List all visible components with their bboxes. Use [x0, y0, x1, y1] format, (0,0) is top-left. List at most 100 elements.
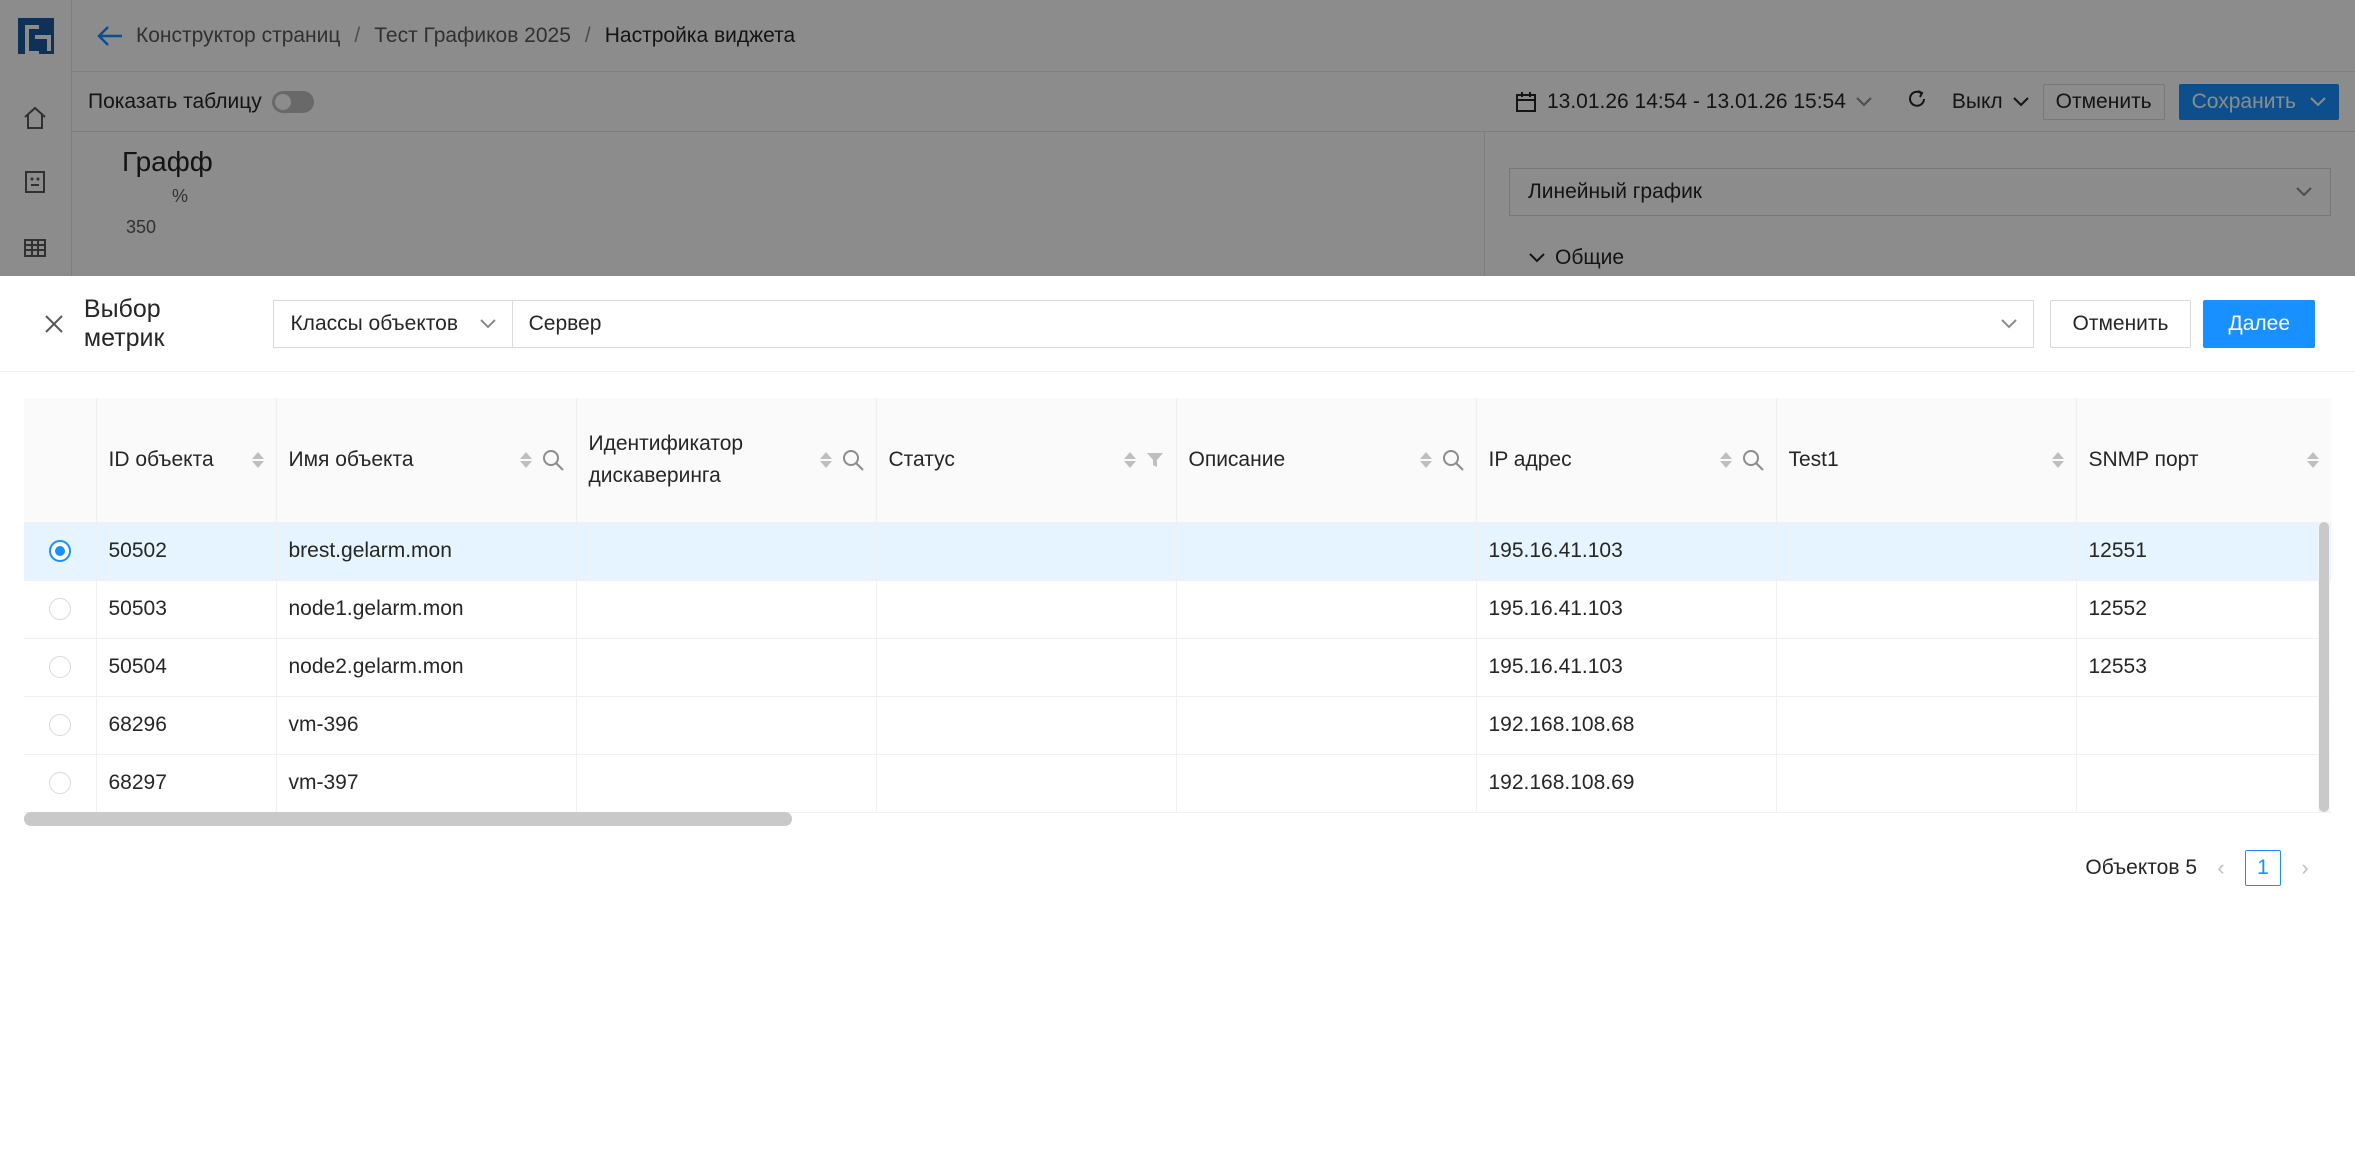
table-cell [2076, 754, 2331, 813]
row-select-cell [24, 696, 97, 755]
sort-icon[interactable] [519, 451, 532, 468]
object-class-value: Сервер [528, 311, 602, 335]
search-icon[interactable] [1742, 449, 1764, 471]
chevron-down-icon [2000, 318, 2017, 328]
column-header[interactable]: SNMP порт [2076, 398, 2331, 523]
sort-icon[interactable] [1123, 451, 1136, 468]
background-app: Конструктор страниц / Тест Графиков 2025… [0, 0, 2355, 276]
table-cell: 50503 [96, 580, 277, 639]
table-cell: node1.gelarm.mon [276, 580, 577, 639]
objects-table: ID объекта Имя объекта Идентификатор диска… [24, 398, 2331, 826]
pagination: Объектов 5 ‹ 1 › [2085, 850, 2315, 886]
vertical-scrollbar[interactable] [2319, 522, 2329, 812]
table-cell [576, 696, 877, 755]
horizontal-scrollbar[interactable] [24, 812, 792, 826]
table-cell [876, 696, 1177, 755]
table-header: ID объекта Имя объекта Идентификатор диска… [24, 398, 2331, 523]
column-header[interactable]: ID объекта [96, 398, 277, 523]
sort-icon[interactable] [2051, 451, 2064, 468]
table-cell [1176, 580, 1477, 639]
table-cell [2076, 696, 2331, 755]
row-radio[interactable] [48, 540, 71, 562]
row-radio[interactable] [48, 714, 71, 736]
column-header[interactable]: Описание [1176, 398, 1477, 523]
search-icon[interactable] [1442, 449, 1464, 471]
next-page-icon[interactable]: › [2295, 855, 2315, 881]
column-header-label: Статус [888, 447, 955, 471]
table-cell [876, 522, 1177, 581]
table-cell: 192.168.108.68 [1476, 696, 1777, 755]
table-cell [876, 638, 1177, 697]
table-cell [876, 754, 1177, 813]
chevron-down-icon [479, 318, 496, 328]
table-cell: vm-397 [276, 754, 577, 813]
table-cell [1776, 754, 2077, 813]
table-cell [576, 754, 877, 813]
table-cell [1176, 638, 1477, 697]
table-cell [1176, 522, 1477, 581]
table-cell: 195.16.41.103 [1476, 638, 1777, 697]
row-radio[interactable] [48, 598, 71, 620]
row-radio[interactable] [48, 656, 71, 678]
cancel-button[interactable]: Отменить [2049, 299, 2192, 348]
table-cell: 12553 [2076, 638, 2331, 697]
table-cell: 195.16.41.103 [1476, 522, 1777, 581]
table-cell [576, 580, 877, 639]
search-icon[interactable] [842, 449, 864, 471]
table-cell: 68296 [96, 696, 277, 755]
sort-icon[interactable] [819, 451, 832, 468]
table-row[interactable]: 50502 brest.gelarm.mon 195.16.41.103 12551 [24, 522, 2331, 581]
table-row[interactable]: 68296 vm-396 192.168.108.68 [24, 696, 2331, 755]
table-row[interactable]: 50504 node2.gelarm.mon 195.16.41.103 12553 [24, 638, 2331, 697]
table-cell: 50504 [96, 638, 277, 697]
next-button[interactable]: Далее [2203, 299, 2315, 348]
search-icon[interactable] [542, 449, 564, 471]
row-select-cell [24, 638, 97, 697]
sort-icon[interactable] [2306, 451, 2319, 468]
filter-icon[interactable] [1146, 452, 1164, 468]
table-row[interactable]: 50503 node1.gelarm.mon 195.16.41.103 12552 [24, 580, 2331, 639]
table-cell: 12551 [2076, 522, 2331, 581]
prev-page-icon[interactable]: ‹ [2211, 855, 2231, 881]
column-header[interactable]: Имя объекта [276, 398, 577, 523]
table-cell [1776, 696, 2077, 755]
object-class-select[interactable]: Сервер [512, 299, 2034, 348]
sort-icon[interactable] [251, 451, 264, 468]
page-number[interactable]: 1 [2245, 850, 2281, 886]
table-cell: 50502 [96, 522, 277, 581]
column-header[interactable]: Статус [876, 398, 1177, 523]
sort-icon[interactable] [1719, 451, 1732, 468]
table-cell [1776, 580, 2077, 639]
object-class-type-select[interactable]: Классы объектов [273, 299, 513, 348]
table-row[interactable]: 68297 vm-397 192.168.108.69 [24, 754, 2331, 813]
column-header-label: Идентификатор дискаверинга [588, 431, 744, 487]
table-cell [1776, 522, 2077, 581]
column-header-label: Test1 [1788, 447, 1839, 471]
drawer-header: Выбор метрик Классы объектов Сервер Отме… [0, 276, 2355, 372]
column-header[interactable]: Идентификатор дискаверинга [576, 398, 877, 523]
table-cell: node2.gelarm.mon [276, 638, 577, 697]
object-class-type-value: Классы объектов [290, 311, 459, 335]
total-count: Объектов 5 [2085, 856, 2197, 879]
table-cell: vm-396 [276, 696, 577, 755]
table-cell: 192.168.108.69 [1476, 754, 1777, 813]
table-body: 50502 brest.gelarm.mon 195.16.41.103 12551 5… [24, 522, 2331, 813]
column-header-label: IP адрес [1488, 447, 1572, 471]
table-cell: 68297 [96, 754, 277, 813]
sort-icon[interactable] [1419, 451, 1432, 468]
column-header[interactable]: IP адрес [1476, 398, 1777, 523]
table-cell: 195.16.41.103 [1476, 580, 1777, 639]
table-cell [876, 580, 1177, 639]
metric-selection-drawer: Выбор метрик Классы объектов Сервер Отме… [0, 276, 2355, 1176]
column-header-label: Описание [1188, 447, 1286, 471]
table-cell [576, 522, 877, 581]
close-icon[interactable] [40, 310, 68, 338]
column-header[interactable]: Test1 [1776, 398, 2077, 523]
modal-mask[interactable] [0, 0, 2355, 276]
table-cell: 12552 [2076, 580, 2331, 639]
row-radio[interactable] [48, 772, 71, 794]
column-header-label: SNMP порт [2088, 447, 2199, 471]
row-select-cell [24, 754, 97, 813]
table-cell [1176, 754, 1477, 813]
column-header-label: Имя объекта [288, 447, 414, 471]
